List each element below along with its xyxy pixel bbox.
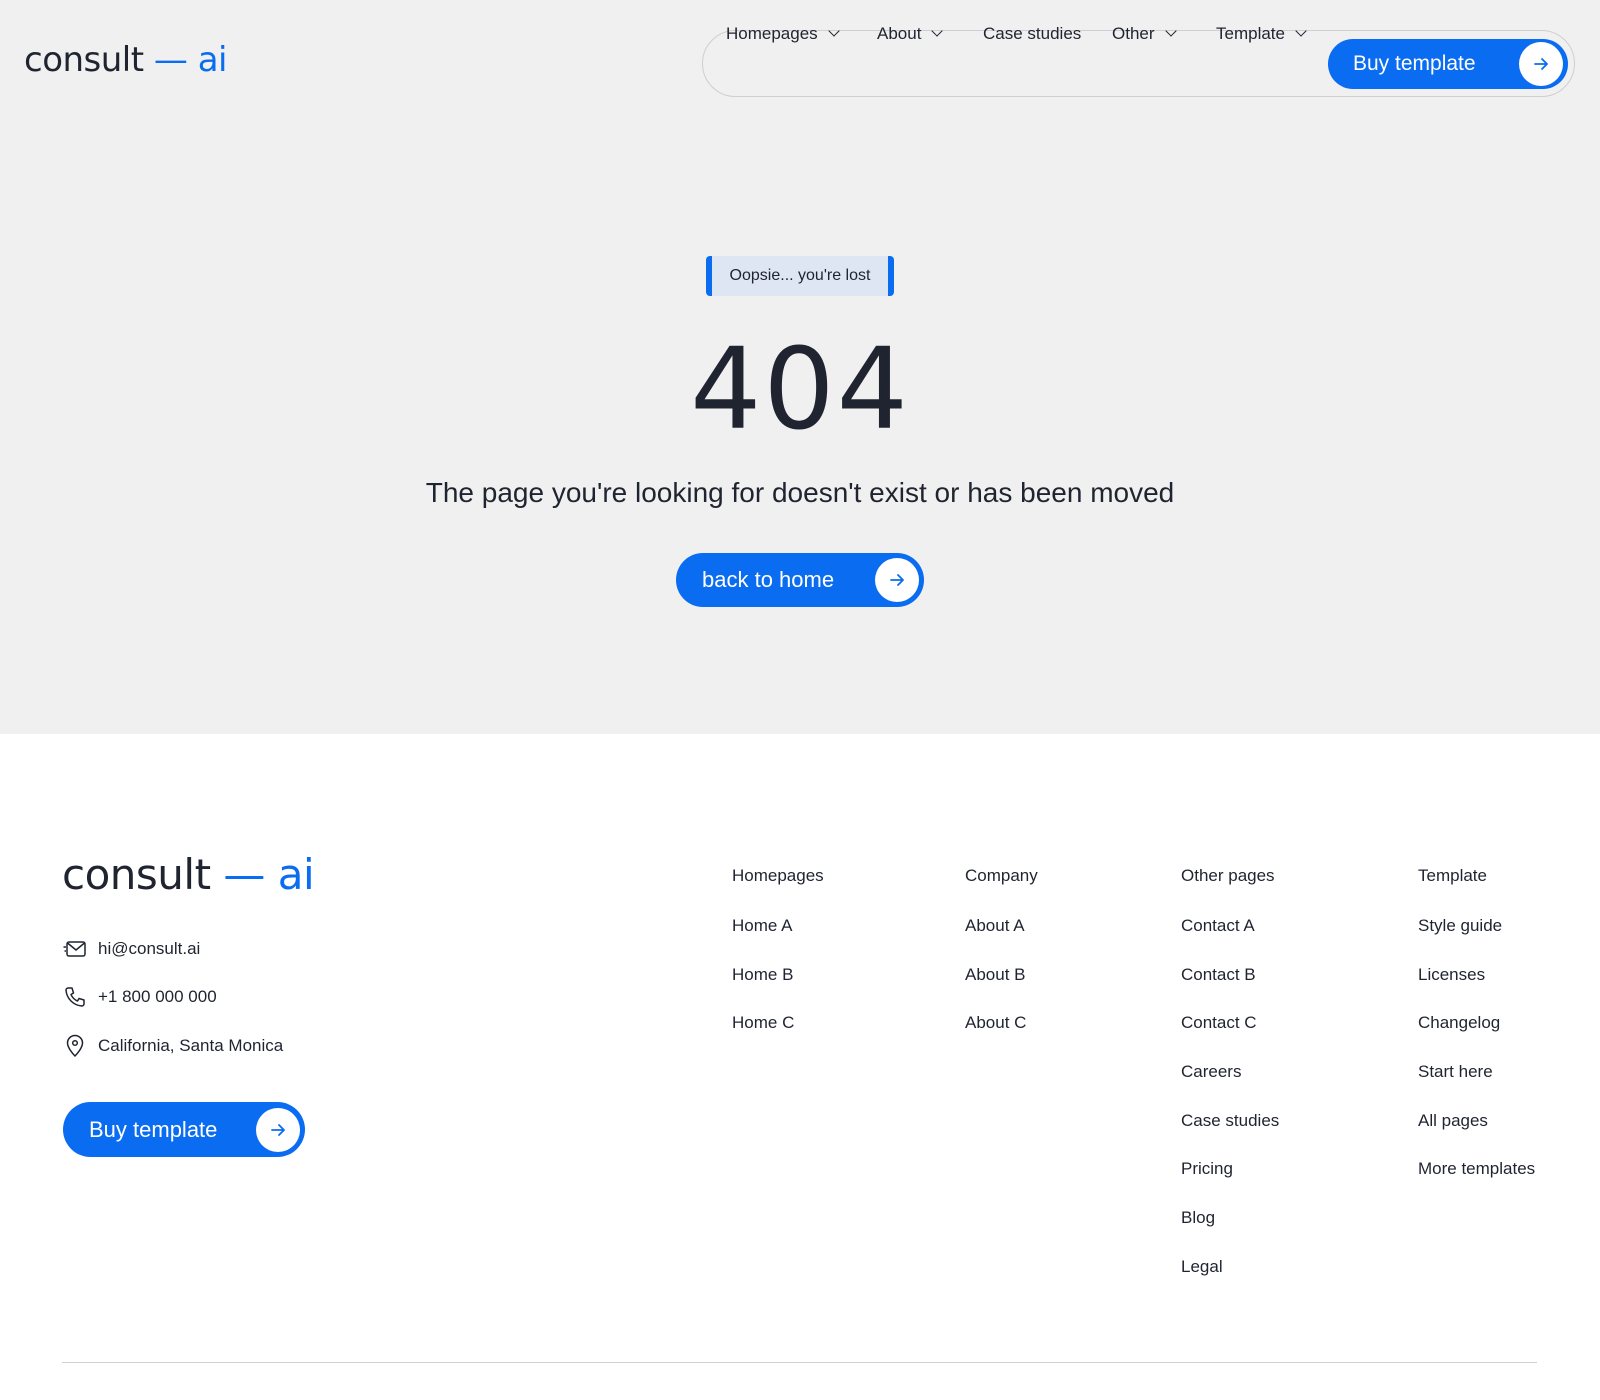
- footer-column-heading: Template: [1418, 866, 1487, 885]
- nav-item-case-studies[interactable]: Case studies: [983, 0, 1081, 67]
- footer-link[interactable]: Pricing: [1181, 1159, 1233, 1179]
- nav-item-label: About: [877, 23, 922, 43]
- footer-link[interactable]: Contact C: [1181, 1013, 1257, 1033]
- footer-link[interactable]: Style guide: [1418, 916, 1502, 936]
- contact-phone[interactable]: +1 800 000 000: [62, 984, 217, 1010]
- footer-link[interactable]: Home A: [732, 916, 792, 936]
- logo-accent: ai: [197, 40, 228, 80]
- footer-link[interactable]: Blog: [1181, 1208, 1215, 1228]
- footer-link[interactable]: Home C: [732, 1013, 794, 1033]
- button-label: Buy template: [1353, 52, 1476, 75]
- footer-column-heading: Homepages: [732, 866, 824, 885]
- button-label: back to home: [702, 567, 835, 592]
- footer-link[interactable]: About B: [965, 965, 1026, 985]
- header-logo[interactable]: consult — ai: [24, 40, 228, 80]
- footer-link[interactable]: Case studies: [1181, 1111, 1279, 1131]
- chevron-down-icon: [931, 25, 944, 37]
- footer-link[interactable]: Careers: [1181, 1062, 1241, 1082]
- badge-label: Oopsie... you're lost: [729, 267, 871, 284]
- contact-text: +1 800 000 000: [98, 987, 217, 1006]
- logo-dash: —: [223, 850, 265, 899]
- footer-link[interactable]: About A: [965, 916, 1025, 936]
- footer-column-heading: Other pages: [1181, 866, 1275, 885]
- contact-email[interactable]: hi@consult.ai: [62, 936, 200, 962]
- footer-link[interactable]: Contact A: [1181, 916, 1255, 936]
- footer-divider: [62, 1362, 1537, 1363]
- error-code: 404: [690, 325, 910, 455]
- nav-item-label: Template: [1216, 23, 1285, 43]
- arrow-right-icon: [256, 1108, 300, 1152]
- arrow-right-icon: [875, 558, 919, 602]
- footer-link[interactable]: Licenses: [1418, 965, 1485, 985]
- location-pin-icon: [62, 1033, 88, 1059]
- back-to-home-button[interactable]: back to home: [676, 553, 924, 607]
- contact-text: hi@consult.ai: [98, 939, 201, 958]
- logo-word: consult: [24, 40, 144, 80]
- footer-logo[interactable]: consult — ai: [62, 850, 315, 899]
- button-label: Buy template: [89, 1116, 218, 1142]
- footer-link[interactable]: Contact B: [1181, 965, 1256, 985]
- arrow-right-icon: [1519, 42, 1563, 86]
- nav-item-other[interactable]: Other: [1112, 0, 1177, 67]
- lost-badge: Oopsie... you're lost: [706, 256, 894, 296]
- footer-buy-template-button[interactable]: Buy template: [63, 1102, 305, 1157]
- mail-icon: [62, 936, 88, 962]
- footer-link[interactable]: Legal: [1181, 1257, 1223, 1277]
- chevron-down-icon: [828, 25, 840, 37]
- nav-item-label: Other: [1112, 23, 1155, 43]
- chevron-down-icon: [1164, 25, 1177, 37]
- logo-word: consult: [62, 850, 211, 899]
- footer-link[interactable]: Start here: [1418, 1062, 1493, 1082]
- footer-link[interactable]: All pages: [1418, 1111, 1488, 1131]
- logo-dash: —: [153, 40, 188, 80]
- nav-item-template[interactable]: Template: [1216, 0, 1307, 67]
- header-buy-template-button[interactable]: Buy template: [1328, 39, 1568, 89]
- error-message: The page you're looking for doesn't exis…: [425, 477, 1175, 508]
- footer-link[interactable]: More templates: [1418, 1159, 1535, 1179]
- logo-accent: ai: [277, 850, 315, 899]
- nav-item-label: Homepages: [726, 23, 818, 43]
- footer-column-heading: Company: [965, 866, 1038, 885]
- nav-item-about[interactable]: About: [877, 0, 944, 67]
- nav-item-label: Case studies: [983, 23, 1082, 43]
- chevron-down-icon: [1295, 25, 1307, 37]
- footer-link[interactable]: Home B: [732, 965, 793, 985]
- footer-link[interactable]: Changelog: [1418, 1013, 1500, 1033]
- contact-text: California, Santa Monica: [98, 1036, 284, 1055]
- contact-location: California, Santa Monica: [62, 1033, 283, 1059]
- nav-item-homepages[interactable]: Homepages: [726, 0, 840, 67]
- footer-link[interactable]: About C: [965, 1013, 1026, 1033]
- phone-icon: [62, 984, 88, 1010]
